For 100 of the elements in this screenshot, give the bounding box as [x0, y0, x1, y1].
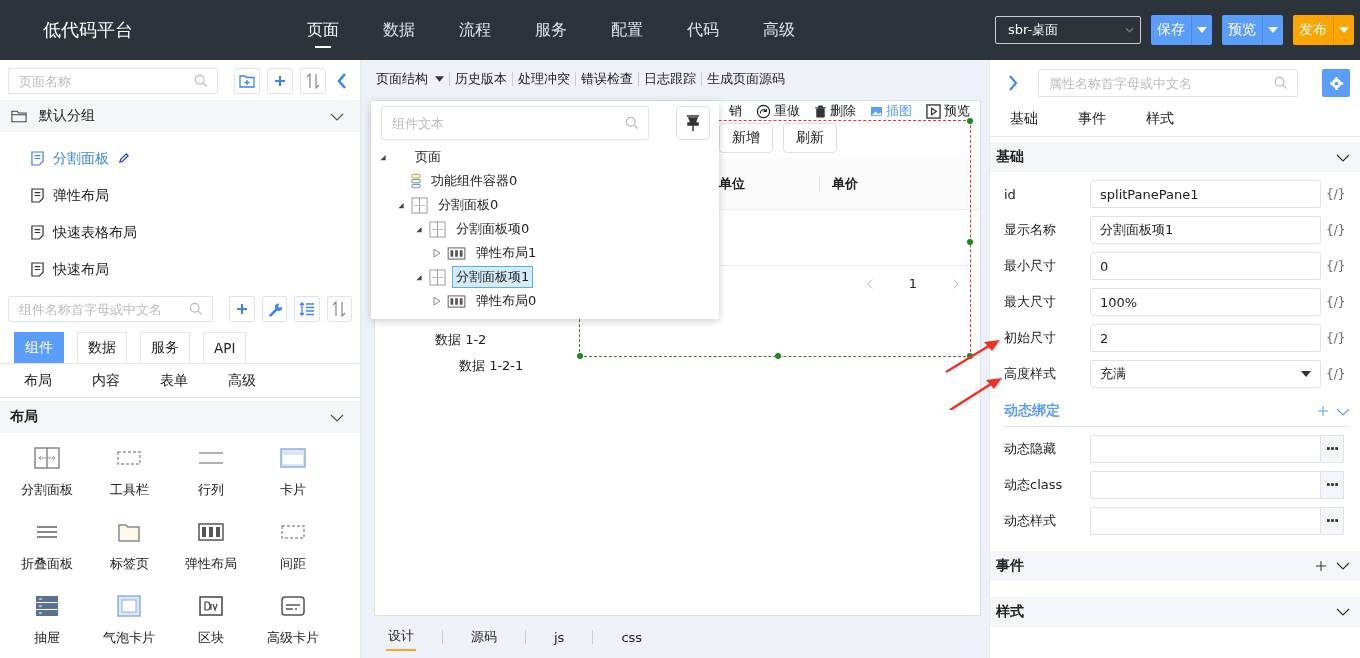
tree-node[interactable]: 分割面板0 — [434, 194, 503, 216]
more-button[interactable] — [1321, 435, 1344, 463]
plus-icon[interactable] — [1316, 561, 1326, 571]
category-tab[interactable]: 布局 — [24, 371, 52, 390]
binding-field[interactable] — [1090, 435, 1321, 463]
wrench-button[interactable] — [261, 296, 288, 322]
section-header[interactable]: 布局 — [0, 401, 360, 433]
chevron-down-icon[interactable] — [1336, 608, 1350, 616]
chevron-down-icon[interactable] — [1336, 562, 1350, 570]
source-tab[interactable]: 服务 — [140, 332, 190, 363]
sort-button[interactable] — [300, 68, 326, 94]
nav-tab[interactable]: 数据 — [369, 0, 429, 60]
category-tab[interactable]: 内容 — [92, 371, 120, 390]
toolbar-button[interactable]: 错误检查 — [581, 70, 633, 88]
chevron-down-icon[interactable] — [330, 413, 344, 422]
chevron-down-icon[interactable] — [1336, 153, 1350, 162]
pin-button[interactable] — [676, 106, 710, 140]
nav-tab[interactable]: 流程 — [445, 0, 505, 60]
tree-node[interactable]: 弹性布局0 — [472, 290, 541, 312]
expression-button[interactable]: {/} — [1326, 295, 1346, 309]
add-button[interactable] — [267, 68, 293, 94]
component-item[interactable]: 弹性布局 — [170, 521, 252, 573]
text-field[interactable]: 0 — [1090, 252, 1321, 280]
component-item[interactable]: 高级卡片 — [252, 595, 334, 647]
category-tab[interactable]: 高级 — [228, 371, 256, 390]
toolbar-button[interactable]: 历史版本 — [455, 70, 507, 88]
environment-select[interactable]: sbr-桌面 — [995, 16, 1141, 44]
editor-tab[interactable]: js — [552, 623, 567, 651]
canvas-action[interactable]: 预览 — [926, 102, 970, 120]
nav-tab[interactable]: 配置 — [597, 0, 657, 60]
new-folder-button[interactable] — [234, 68, 260, 94]
tree-node[interactable]: 分割面板项0 — [452, 218, 534, 240]
component-search-field[interactable]: 组件名称首字母或中文名 — [8, 296, 214, 322]
expression-button[interactable]: {/} — [1326, 331, 1346, 345]
more-button[interactable] — [1321, 507, 1344, 535]
more-button[interactable] — [1321, 471, 1344, 499]
line-height-button[interactable] — [294, 296, 320, 322]
component-item[interactable]: 分割面板 — [6, 447, 88, 499]
binding-field[interactable] — [1090, 471, 1321, 499]
collapsed-toggle-icon[interactable] — [433, 249, 441, 257]
page-item[interactable]: 快速表格布局 — [31, 214, 360, 251]
page-search-field[interactable]: 页面名称 — [8, 68, 218, 94]
nav-tab[interactable]: 服务 — [521, 0, 581, 60]
property-tab[interactable]: 基础 — [1010, 110, 1038, 128]
canvas-action[interactable]: 删除 — [814, 102, 856, 120]
component-text-search-field[interactable]: 组件文本 — [381, 106, 649, 140]
tree-node[interactable]: 页面 — [411, 146, 445, 168]
expression-button[interactable]: {/} — [1326, 223, 1346, 237]
nav-tab[interactable]: 代码 — [673, 0, 733, 60]
component-item[interactable]: 工具栏 — [88, 447, 170, 499]
component-item[interactable]: 折叠面板 — [6, 521, 88, 573]
tree-node[interactable]: 分割面板项1 — [452, 266, 534, 288]
text-field[interactable]: 分割面板项1 — [1090, 216, 1321, 244]
text-field[interactable]: splitPanePane1 — [1090, 180, 1321, 208]
component-item[interactable]: 标签页 — [88, 521, 170, 573]
toolbar-button[interactable]: 页面结构 — [376, 70, 444, 88]
tree-node[interactable]: 功能组件容器0 — [427, 170, 522, 192]
select-field[interactable]: 充满 — [1090, 360, 1321, 388]
property-tab[interactable]: 事件 — [1078, 110, 1106, 128]
section-header[interactable]: 样式 — [990, 597, 1360, 627]
tree-node[interactable]: 弹性布局1 — [472, 242, 541, 264]
expanded-toggle-icon[interactable] — [397, 201, 405, 209]
toolbar-button[interactable]: 生成页面源码 — [707, 70, 785, 88]
canvas-action[interactable]: 销 — [729, 102, 742, 120]
page-item[interactable]: 弹性布局 — [31, 177, 360, 214]
expanded-toggle-icon[interactable] — [379, 153, 387, 161]
chevron-down-icon[interactable] — [330, 112, 344, 121]
component-item[interactable]: 行列 — [170, 447, 252, 499]
expression-button[interactable]: {/} — [1326, 259, 1346, 273]
component-item[interactable]: 区块 — [170, 595, 252, 647]
section-header[interactable]: 事件 — [990, 551, 1360, 581]
collapsed-toggle-icon[interactable] — [433, 297, 441, 305]
chevron-right-icon[interactable] — [1008, 75, 1018, 91]
component-item[interactable]: 气泡卡片 — [88, 595, 170, 647]
canvas-action[interactable]: 重做 — [756, 102, 800, 120]
component-item[interactable]: 抽屉 — [6, 595, 88, 647]
text-field[interactable]: 100% — [1090, 288, 1321, 316]
expression-button[interactable]: {/} — [1326, 367, 1346, 381]
text-field[interactable]: 2 — [1090, 324, 1321, 352]
nav-tab[interactable]: 高级 — [749, 0, 809, 60]
sort-button[interactable] — [326, 296, 352, 322]
add-button[interactable] — [229, 296, 255, 322]
source-tab[interactable]: API — [203, 332, 247, 363]
editor-tab[interactable]: 源码 — [469, 623, 499, 651]
property-search-field[interactable]: 属性名称首字母或中文名 — [1038, 69, 1298, 97]
toolbar-button[interactable]: 处理冲突 — [518, 70, 570, 88]
nav-tab[interactable]: 页面 — [293, 0, 353, 60]
component-item[interactable]: 卡片 — [252, 447, 334, 499]
binding-field[interactable] — [1090, 507, 1321, 535]
source-tab[interactable]: 数据 — [77, 332, 127, 363]
collapse-icon[interactable] — [337, 73, 347, 89]
page-item[interactable]: 分割面板 — [31, 140, 360, 177]
property-tab[interactable]: 样式 — [1146, 110, 1174, 128]
page-group-header[interactable]: 默认分组 — [0, 100, 360, 132]
expanded-toggle-icon[interactable] — [415, 225, 423, 233]
expression-button[interactable]: {/} — [1326, 187, 1346, 201]
expanded-toggle-icon[interactable] — [415, 273, 423, 281]
editor-tab[interactable]: css — [619, 623, 645, 651]
page-number[interactable]: 1 — [908, 276, 917, 291]
editor-tab[interactable]: 设计 — [386, 623, 416, 651]
